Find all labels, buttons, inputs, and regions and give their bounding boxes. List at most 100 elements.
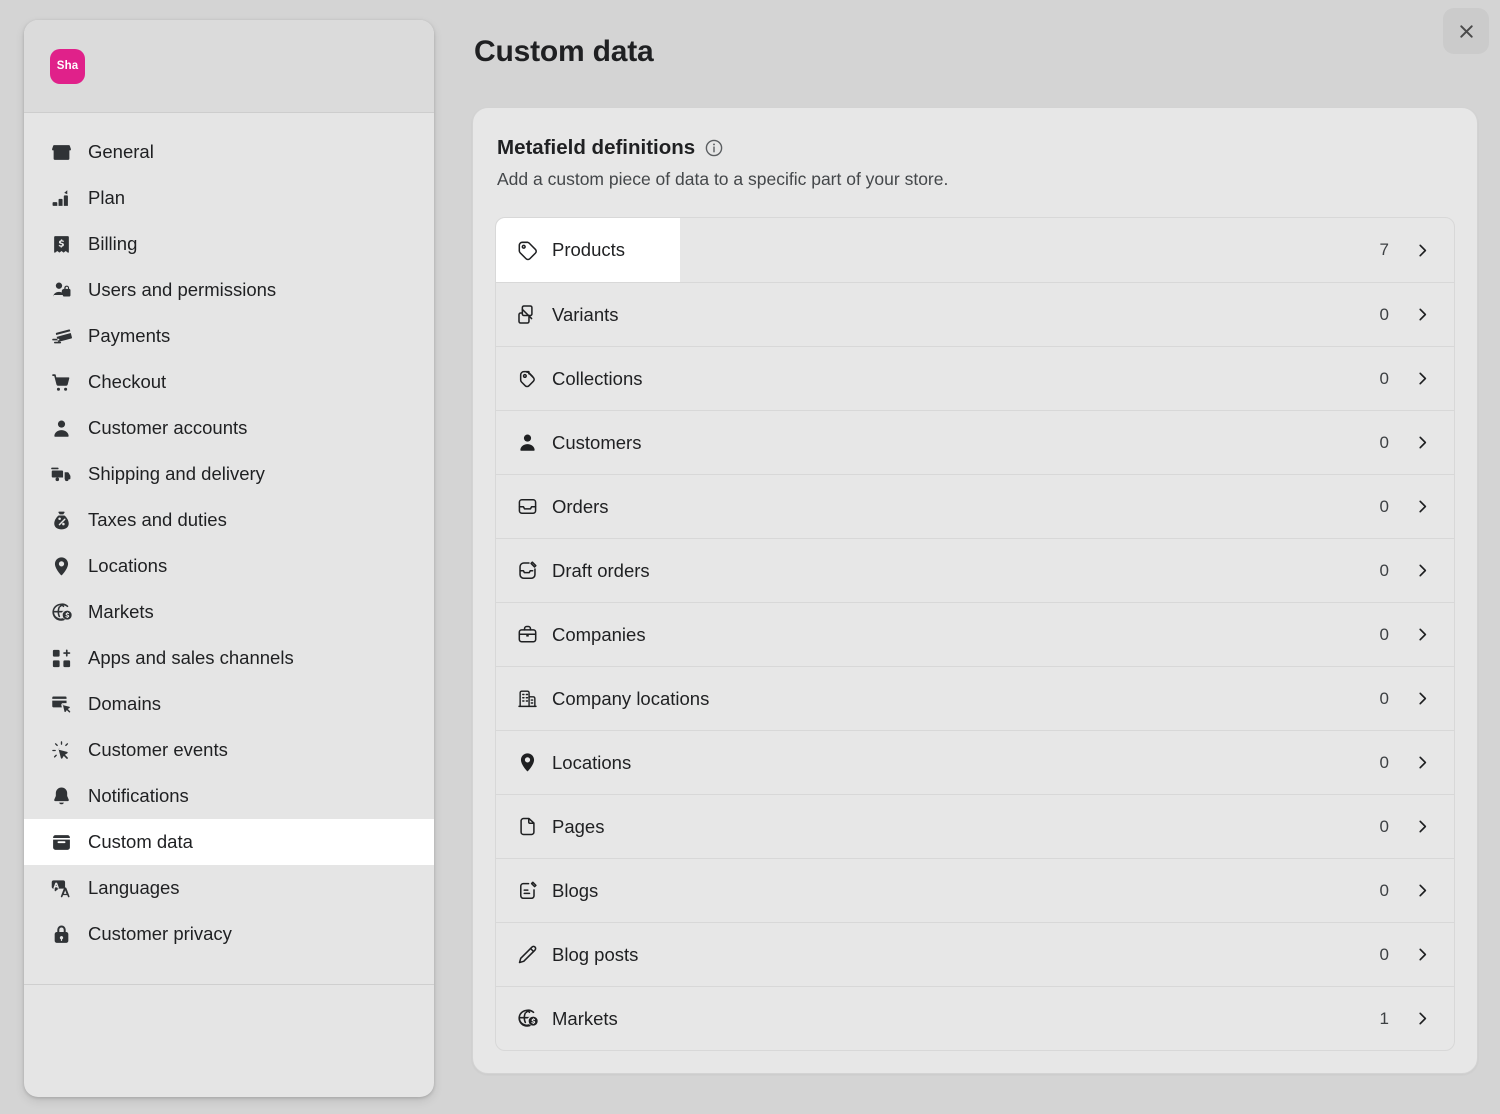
- chevron-right-icon[interactable]: [1413, 369, 1432, 388]
- location-pin-icon: [50, 555, 72, 577]
- metafield-row-companies[interactable]: Companies 0: [496, 602, 1454, 666]
- metafield-definition-count: 0: [1379, 432, 1389, 452]
- tag-icon: [516, 239, 538, 261]
- metafield-definition-count: 0: [1379, 944, 1389, 964]
- chevron-right-icon[interactable]: [1413, 817, 1432, 836]
- sidebar-item-apps-and-sales-channels[interactable]: Apps and sales channels: [24, 635, 434, 681]
- chevron-right-icon[interactable]: [1413, 881, 1432, 900]
- sidebar-item-label: Payments: [88, 325, 171, 346]
- metafield-row-orders[interactable]: Orders 0: [496, 474, 1454, 538]
- chevron-right-icon[interactable]: [1413, 305, 1432, 324]
- money-bag-percent-icon: [50, 509, 72, 531]
- draft-order-edit-icon: [516, 560, 538, 582]
- order-inbox-icon: [516, 496, 538, 518]
- chevron-right-icon[interactable]: [1413, 433, 1432, 452]
- metafields-icon: [50, 831, 72, 853]
- store-icon: [50, 141, 72, 163]
- metafield-definition-count: 1: [1379, 1008, 1389, 1028]
- sidebar-item-locations[interactable]: Locations: [24, 543, 434, 589]
- metafield-row-customers[interactable]: Customers 0: [496, 410, 1454, 474]
- metafield-row-label: Blogs: [552, 879, 599, 901]
- sidebar-item-checkout[interactable]: Checkout: [24, 359, 434, 405]
- metafield-row-label: Collections: [552, 367, 643, 389]
- sidebar-item-label: Customer privacy: [88, 923, 232, 944]
- metafield-row-label: Locations: [552, 751, 632, 773]
- cart-icon: [50, 371, 72, 393]
- sidebar-item-label: Checkout: [88, 371, 167, 392]
- sidebar-item-customer-accounts[interactable]: Customer accounts: [24, 405, 434, 451]
- sidebar-item-markets[interactable]: Markets: [24, 589, 434, 635]
- metafield-definition-count: 0: [1379, 304, 1389, 324]
- sidebar-item-label: Domains: [88, 693, 161, 714]
- metafield-row-pages[interactable]: Pages 0: [496, 794, 1454, 858]
- sidebar-footer: [24, 984, 434, 1097]
- chevron-right-icon[interactable]: [1413, 689, 1432, 708]
- metafield-row-label: Companies: [552, 623, 646, 645]
- sidebar-item-label: Plan: [88, 187, 126, 208]
- metafield-row-label: Markets: [552, 1007, 618, 1029]
- chevron-right-icon[interactable]: [1413, 945, 1432, 964]
- sidebar-item-label: Billing: [88, 233, 138, 254]
- metafield-row-locations[interactable]: Locations 0: [496, 730, 1454, 794]
- sidebar-item-plan[interactable]: Plan: [24, 175, 434, 221]
- lock-icon: [50, 923, 72, 945]
- sidebar-item-custom-data[interactable]: Custom data: [24, 819, 434, 865]
- credit-card-swipe-icon: [50, 325, 72, 347]
- sidebar-item-general[interactable]: General: [24, 129, 434, 175]
- cursor-sparkle-icon: [50, 739, 72, 761]
- sidebar-item-label: Markets: [88, 601, 154, 622]
- sidebar-item-label: Locations: [88, 555, 168, 576]
- metafield-row-label: Draft orders: [552, 559, 650, 581]
- sidebar-item-label: General: [88, 141, 154, 162]
- receipt-dollar-icon: [50, 233, 72, 255]
- chevron-right-icon[interactable]: [1413, 1009, 1432, 1028]
- collection-tag-icon: [516, 368, 538, 390]
- chevron-right-icon[interactable]: [1413, 561, 1432, 580]
- info-circle-icon[interactable]: [704, 138, 724, 158]
- chevron-right-icon[interactable]: [1413, 625, 1432, 644]
- metafield-row-company-locations[interactable]: Company locations 0: [496, 666, 1454, 730]
- sidebar-item-label: Apps and sales channels: [88, 647, 294, 668]
- metafield-row-blog-posts[interactable]: Blog posts 0: [496, 922, 1454, 986]
- metafield-definition-count: 0: [1379, 560, 1389, 580]
- apps-grid-plus-icon: [50, 647, 72, 669]
- chart-bar-icon: [50, 187, 72, 209]
- metafield-row-label: Customers: [552, 431, 642, 453]
- metafield-row-markets[interactable]: Markets 1: [496, 986, 1454, 1050]
- bell-icon: [50, 785, 72, 807]
- metafield-row-variants[interactable]: Variants 0: [496, 282, 1454, 346]
- sidebar-item-users-and-permissions[interactable]: Users and permissions: [24, 267, 434, 313]
- sidebar-item-domains[interactable]: Domains: [24, 681, 434, 727]
- chevron-right-icon[interactable]: [1413, 497, 1432, 516]
- duplicate-tag-icon: [516, 304, 538, 326]
- metafield-definition-count: 0: [1379, 624, 1389, 644]
- avatar[interactable]: Sha: [50, 48, 85, 84]
- main-content: Custom data Metafield definitions Add a …: [472, 20, 1500, 1074]
- sidebar-item-policies[interactable]: Policies: [24, 957, 434, 966]
- metafield-row-products[interactable]: Products 7: [496, 218, 1454, 282]
- sidebar-item-payments[interactable]: Payments: [24, 313, 434, 359]
- sidebar-nav: General Plan Billing Users and permissions P…: [24, 113, 434, 966]
- chevron-right-icon[interactable]: [1413, 241, 1432, 260]
- card-subtitle: Add a custom piece of data to a specific…: [497, 169, 949, 189]
- metafield-row-draft-orders[interactable]: Draft orders 0: [496, 538, 1454, 602]
- pencil-icon: [516, 944, 538, 966]
- metafield-definition-count: 0: [1379, 496, 1389, 516]
- sidebar-item-label: Customer accounts: [88, 417, 248, 438]
- sidebar-item-shipping-and-delivery[interactable]: Shipping and delivery: [24, 451, 434, 497]
- sidebar-item-languages[interactable]: Languages: [24, 865, 434, 911]
- sidebar-item-taxes-and-duties[interactable]: Taxes and duties: [24, 497, 434, 543]
- sidebar-item-notifications[interactable]: Notifications: [24, 773, 434, 819]
- sidebar-header: Sha: [24, 20, 434, 113]
- sidebar-item-billing[interactable]: Billing: [24, 221, 434, 267]
- sidebar-item-customer-privacy[interactable]: Customer privacy: [24, 911, 434, 957]
- metafield-row-label: Variants: [552, 303, 619, 325]
- delivery-truck-icon: [50, 463, 72, 485]
- translate-icon: [50, 877, 72, 899]
- person-icon: [50, 417, 72, 439]
- chevron-right-icon[interactable]: [1413, 753, 1432, 772]
- settings-sidebar: Sha General Plan Billing Users and permissi…: [24, 20, 434, 1097]
- metafield-row-blogs[interactable]: Blogs 0: [496, 858, 1454, 922]
- sidebar-item-customer-events[interactable]: Customer events: [24, 727, 434, 773]
- metafield-row-collections[interactable]: Collections 0: [496, 346, 1454, 410]
